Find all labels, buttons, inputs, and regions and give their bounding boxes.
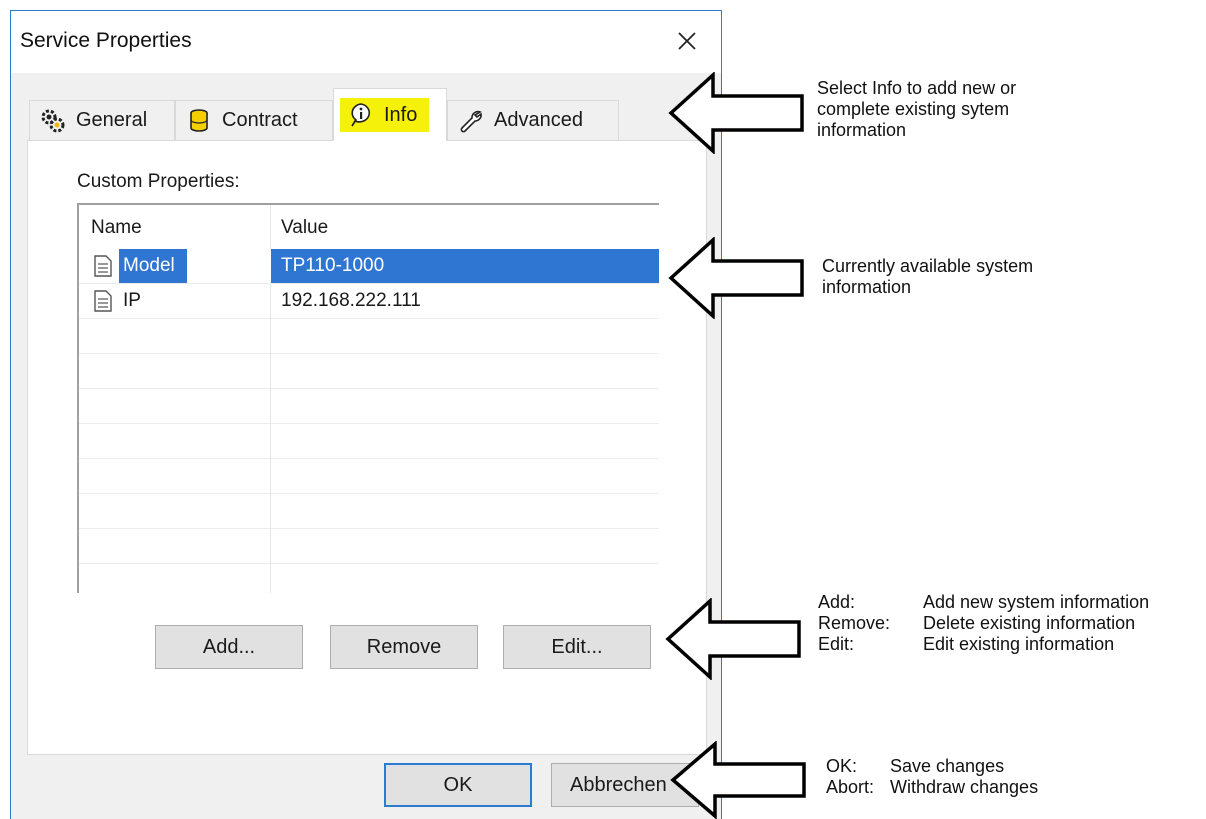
annotation-text: Withdraw changes bbox=[890, 777, 1039, 797]
column-header-value[interactable]: Value bbox=[281, 217, 328, 239]
annotation-arrow-list bbox=[668, 237, 804, 319]
annotation-key: Add: bbox=[818, 592, 856, 612]
window-title: Service Properties bbox=[20, 29, 192, 52]
custom-properties-list[interactable]: Name Value Model TP110-1000 IP 192.168.2… bbox=[77, 203, 659, 593]
annotation-line: Abort: Withdraw changes bbox=[826, 777, 1038, 798]
document-icon bbox=[93, 290, 113, 312]
annotation-key: Abort: bbox=[826, 777, 875, 797]
column-header-name[interactable]: Name bbox=[91, 217, 142, 239]
table-row[interactable]: IP 192.168.222.111 bbox=[79, 284, 659, 319]
tab-general[interactable]: General bbox=[29, 100, 175, 140]
annotation-info-tab: Select Info to add new or complete exist… bbox=[817, 78, 1017, 140]
property-value: 192.168.222.111 bbox=[281, 290, 421, 311]
empty-row bbox=[79, 564, 659, 593]
empty-row bbox=[79, 424, 659, 459]
tab-info[interactable]: Info bbox=[333, 88, 447, 141]
property-value: TP110-1000 bbox=[281, 255, 385, 276]
annotation-footer: OK: Save changes Abort: Withdraw changes bbox=[826, 756, 1038, 798]
empty-row bbox=[79, 459, 659, 494]
tab-label: Contract bbox=[222, 109, 298, 131]
empty-row bbox=[79, 494, 659, 529]
empty-row bbox=[79, 354, 659, 389]
ok-button[interactable]: OK bbox=[384, 763, 532, 807]
custom-properties-label: Custom Properties: bbox=[77, 171, 240, 192]
info-tab-panel: Custom Properties: Name Value Model TP11… bbox=[27, 140, 707, 755]
tab-advanced[interactable]: Advanced bbox=[447, 100, 619, 140]
wrench-icon bbox=[458, 108, 484, 134]
annotation-text: Add new system information bbox=[923, 592, 1150, 612]
edit-button[interactable]: Edit... bbox=[503, 625, 651, 669]
tab-strip: General Contract Info Advanced bbox=[29, 86, 629, 141]
gears-icon bbox=[40, 108, 66, 134]
annotation-buttons: Add: Add new system information Remove: … bbox=[818, 592, 1149, 655]
annotation-text: Delete existing information bbox=[923, 613, 1136, 633]
annotation-key: OK: bbox=[826, 756, 858, 776]
add-button[interactable]: Add... bbox=[155, 625, 303, 669]
close-icon bbox=[678, 32, 696, 50]
property-name: IP bbox=[123, 290, 141, 311]
empty-row bbox=[79, 319, 659, 354]
tab-label: Info bbox=[384, 103, 418, 126]
annotation-line: Add: Add new system information bbox=[818, 592, 1149, 613]
title-bar: Service Properties bbox=[11, 11, 721, 73]
annotation-key: Edit: bbox=[818, 634, 855, 654]
tab-highlight: Info bbox=[340, 98, 430, 132]
tab-label: Advanced bbox=[494, 109, 583, 131]
property-name: Model bbox=[119, 249, 187, 283]
tab-contract[interactable]: Contract bbox=[175, 100, 333, 140]
document-icon bbox=[93, 255, 113, 277]
annotation-line: Remove: Delete existing information bbox=[818, 613, 1149, 634]
service-properties-dialog: Service Properties General Contract Info… bbox=[10, 10, 722, 819]
info-bubble-icon bbox=[348, 102, 374, 128]
tab-label: General bbox=[76, 109, 148, 131]
database-icon bbox=[186, 108, 212, 134]
annotation-arrow-buttons bbox=[665, 598, 801, 680]
annotation-text: Save changes bbox=[890, 756, 1005, 776]
table-row[interactable]: Model TP110-1000 bbox=[79, 249, 659, 284]
remove-button[interactable]: Remove bbox=[330, 625, 478, 669]
empty-row bbox=[79, 529, 659, 564]
annotation-key: Remove: bbox=[818, 613, 891, 633]
annotation-arrow-footer bbox=[670, 741, 806, 819]
annotation-line: Edit: Edit existing information bbox=[818, 634, 1149, 655]
empty-row bbox=[79, 389, 659, 424]
list-header: Name Value bbox=[79, 205, 659, 249]
close-button[interactable] bbox=[667, 21, 707, 61]
annotation-list: Currently available system information bbox=[822, 256, 1034, 297]
annotation-line: OK: Save changes bbox=[826, 756, 1038, 777]
annotation-arrow-info-tab bbox=[668, 72, 804, 154]
annotation-text: Edit existing information bbox=[923, 634, 1115, 654]
